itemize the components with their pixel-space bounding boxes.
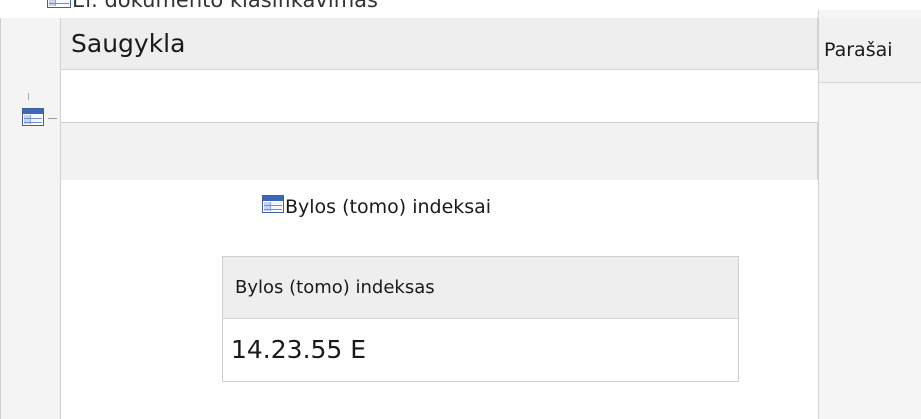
saugykla-header: Saugykla bbox=[61, 18, 818, 70]
tree-connector bbox=[48, 118, 57, 119]
document-classification-label: El. dokumento klasifikavimas bbox=[72, 0, 378, 12]
table-row[interactable]: 14.23.55 E bbox=[223, 319, 738, 381]
saugykla-row-band bbox=[61, 122, 818, 180]
grid-table-icon[interactable] bbox=[22, 108, 44, 126]
right-column: Parašai bbox=[818, 10, 921, 419]
document-classification-caption: El. dokumento klasifikavimas bbox=[47, 0, 378, 12]
parasai-header: Parašai bbox=[819, 18, 921, 83]
bylos-indeksai-table: Bylos (tomo) indeksas 14.23.55 E bbox=[222, 256, 739, 382]
grid-table-icon bbox=[262, 195, 284, 213]
bylos-indeksai-label: Bylos (tomo) indeksai bbox=[285, 196, 492, 218]
grid-table-icon bbox=[47, 0, 71, 8]
left-gutter bbox=[0, 18, 61, 419]
tree-connector bbox=[28, 93, 29, 100]
table-column-header: Bylos (tomo) indeksas bbox=[223, 257, 738, 319]
bylos-indeksai-caption: Bylos (tomo) indeksai bbox=[262, 194, 502, 221]
